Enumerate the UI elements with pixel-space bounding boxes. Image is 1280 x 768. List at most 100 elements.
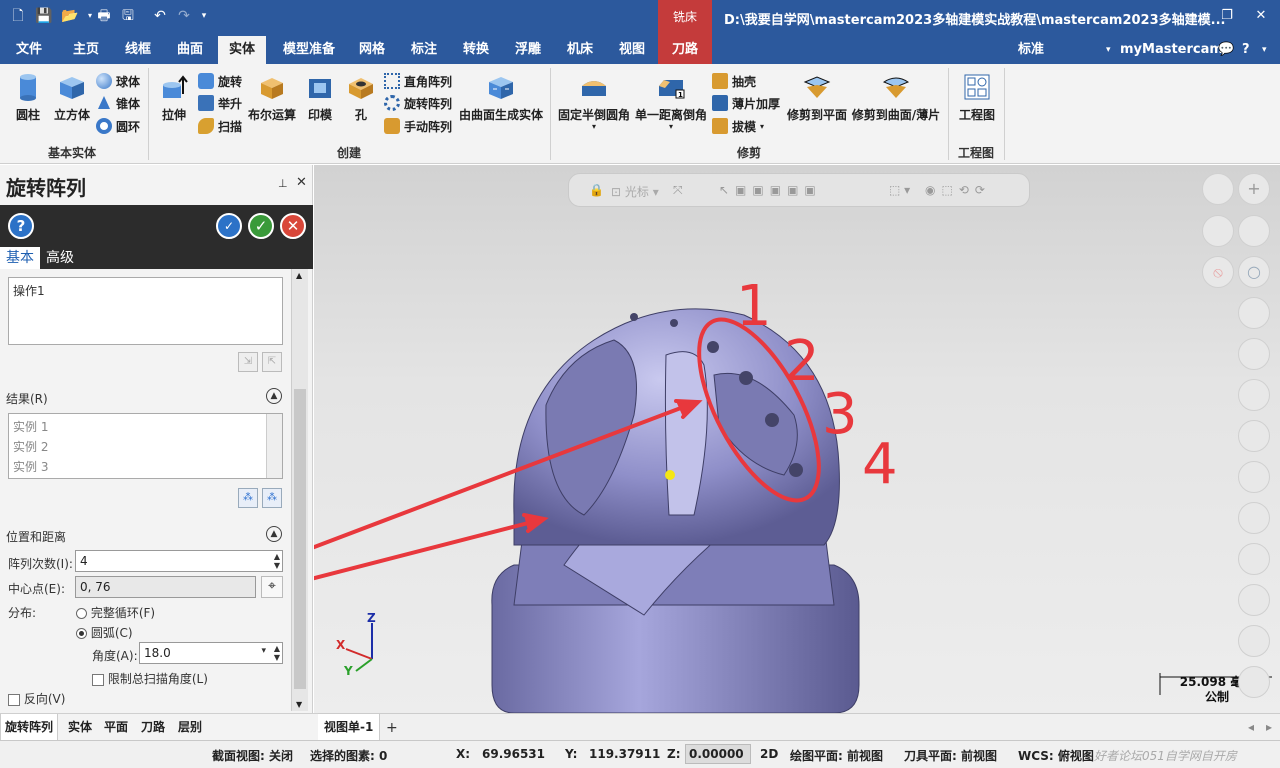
layers-icon[interactable] (1202, 173, 1234, 205)
customize-qa-icon[interactable]: ▾ (194, 6, 214, 26)
list-item[interactable]: 实例 2 (13, 438, 48, 455)
list-item[interactable]: 操作1 (13, 282, 45, 299)
rect-pattern-button[interactable]: 直角阵列 (384, 72, 452, 90)
chevron-down-icon[interactable]: ▾ (556, 123, 632, 131)
list-item[interactable]: 实例 1 (13, 418, 48, 435)
chevron-down-icon[interactable]: ▾ (760, 122, 764, 131)
transform-icon[interactable] (1238, 625, 1270, 657)
chevron-down-icon[interactable]: ▾ (261, 647, 266, 656)
hole-button[interactable]: 孔 (344, 72, 378, 123)
ok-icon[interactable]: ✓ (248, 213, 274, 239)
draw-plane-status[interactable]: 绘图平面: 前视图 (790, 747, 883, 764)
drawing-button[interactable]: 工程图 (956, 72, 998, 123)
solid-from-surfaces-button[interactable]: 由曲面生成实体 (458, 72, 544, 123)
tab-view[interactable]: 视图 (608, 36, 656, 64)
cone-button[interactable]: 锥体 (96, 94, 140, 112)
cylinder-button[interactable]: 圆柱 (10, 72, 46, 123)
results-scrollbar[interactable] (266, 414, 282, 478)
measure-icon[interactable] (1238, 420, 1270, 452)
minimize-button[interactable]: — (1176, 4, 1206, 28)
redo-icon[interactable]: ↷ (174, 6, 194, 26)
chevron-up-icon[interactable]: ▲ (296, 271, 302, 280)
tab-machine[interactable]: 机床 (556, 36, 604, 64)
operation-list[interactable]: 操作1 (8, 277, 283, 345)
chevron-right-icon[interactable]: ▸ (1266, 720, 1272, 734)
limit-sweep-checkbox[interactable]: 限制总扫描角度(L) (92, 670, 208, 687)
undo-icon[interactable]: ↶ (150, 6, 170, 26)
chevron-down-icon[interactable]: ▾ (1262, 36, 1267, 64)
manual-pattern-button[interactable]: 手动阵列 (384, 117, 452, 135)
add-view-sheet-icon[interactable]: + (386, 720, 398, 736)
count-stepper[interactable]: 4 ▲ ▼ (75, 550, 283, 572)
trim-to-surface-button[interactable]: 修剪到曲面/薄片 (850, 72, 942, 123)
add-select-icon[interactable]: ⇲ (238, 352, 258, 372)
center-point-field[interactable]: 0, 76 (75, 576, 256, 598)
pattern-remove-icon[interactable]: ⁂ (262, 488, 282, 508)
angle-field[interactable]: 18.0 ▾ ▲ ▼ (139, 642, 283, 664)
tool-plane-status[interactable]: 刀具平面: 前视图 (904, 747, 997, 764)
settings-icon[interactable] (1202, 215, 1234, 247)
feedback-icon[interactable]: 💬 (1218, 36, 1234, 64)
cube-button[interactable]: 立方体 (52, 72, 92, 123)
arc-radio[interactable]: 圆弧(C) (76, 624, 133, 641)
misc-icon[interactable] (1238, 666, 1270, 698)
graphics-viewport[interactable]: 🔒 ⊡ 光标 ▾ ⤧ ↖▣▣▣▣▣ ⬚ ▾ ◉⬚⟲⟳ 1 2 3 4 Z X Y… (314, 165, 1280, 713)
draft-button[interactable]: 拔模 ▾ (712, 117, 764, 135)
tab-relief[interactable]: 浮雕 (504, 36, 552, 64)
dimension-mode[interactable]: 2D (760, 747, 778, 761)
shell-button[interactable]: 抽壳 (712, 72, 756, 90)
panel-scrollbar[interactable]: ▲ ▼ (291, 269, 308, 711)
scrollbar-thumb[interactable] (294, 389, 306, 689)
circle-icon[interactable]: ○ (1238, 256, 1270, 288)
impression-button[interactable]: 印模 (302, 72, 338, 123)
solid-icon[interactable] (1238, 338, 1270, 370)
tab-surfaces[interactable]: 曲面 (166, 36, 214, 64)
torus-button[interactable]: 圆环 (96, 117, 140, 135)
tab-toolpaths-manager[interactable]: 刀路 (141, 718, 165, 735)
close-button[interactable]: ✕ (1246, 4, 1276, 28)
tab-basic[interactable]: 基本 (0, 247, 40, 269)
cancel-icon[interactable]: ✕ (280, 213, 306, 239)
tab-solids[interactable]: 实体 (218, 36, 266, 64)
tab-model-prep[interactable]: 模型准备 (274, 36, 344, 64)
spin-icon[interactable]: ▲ ▼ (274, 552, 280, 570)
help-icon[interactable]: ? (1242, 36, 1250, 64)
chevron-down-icon[interactable]: ▾ (634, 123, 708, 131)
open-folder-icon[interactable]: 📂 (60, 6, 80, 26)
color-icon[interactable] (1238, 543, 1270, 575)
tab-rotate-pattern[interactable]: 旋转阵列 (0, 714, 59, 741)
ok-and-new-icon[interactable]: ✓ (216, 213, 242, 239)
reverse-checkbox[interactable]: 反向(V) (8, 690, 65, 707)
wcs-status[interactable]: WCS: 俯视图 (1018, 747, 1094, 764)
tab-view-sheet[interactable]: 视图单-1 (318, 714, 381, 741)
help-icon[interactable]: ? (8, 213, 34, 239)
section-view-status[interactable]: 截面视图: 关闭 (212, 747, 293, 764)
save-icon[interactable]: 💾 (34, 6, 54, 26)
snap-icon[interactable] (1238, 215, 1270, 247)
crosshair-icon[interactable]: ⌖ (261, 576, 283, 598)
thicken-button[interactable]: 薄片加厚 (712, 94, 780, 112)
account-label[interactable]: myMastercam (1120, 36, 1223, 64)
save-as-icon[interactable]: 🖫 (118, 6, 138, 26)
chevron-up-icon[interactable]: ▲ (266, 388, 282, 404)
curve-icon[interactable] (1238, 297, 1270, 329)
config-dropdown[interactable]: 标准 (1018, 36, 1044, 64)
trim-to-plane-button[interactable]: 修剪到平面 (786, 72, 848, 123)
x-value[interactable]: 69.96531 (482, 747, 545, 761)
z-depth-field[interactable]: 0.00000 ▾ (685, 744, 751, 764)
tab-mesh[interactable]: 网格 (350, 36, 394, 64)
print-icon[interactable]: 🖶 (94, 6, 114, 26)
shaded-icon[interactable] (1238, 502, 1270, 534)
color-alt-icon[interactable] (1238, 584, 1270, 616)
fillet-button[interactable]: 固定半倒圆角 ▾ (556, 72, 632, 131)
results-list[interactable]: 实例 1 实例 2 实例 3 (8, 413, 283, 479)
tab-toolpaths[interactable]: 刀路 (658, 36, 712, 64)
pin-icon[interactable]: ⊥ (278, 177, 288, 190)
boolean-button[interactable]: 布尔运算 (246, 72, 298, 123)
chevron-down-icon[interactable]: ▼ (296, 700, 302, 709)
restore-button[interactable]: ❐ (1212, 4, 1242, 28)
chevron-left-icon[interactable]: ◂ (1248, 720, 1254, 734)
revolve-button[interactable]: 旋转 (198, 72, 242, 90)
sphere-button[interactable]: 球体 (96, 72, 140, 90)
tab-solids-manager[interactable]: 实体 (68, 718, 92, 735)
